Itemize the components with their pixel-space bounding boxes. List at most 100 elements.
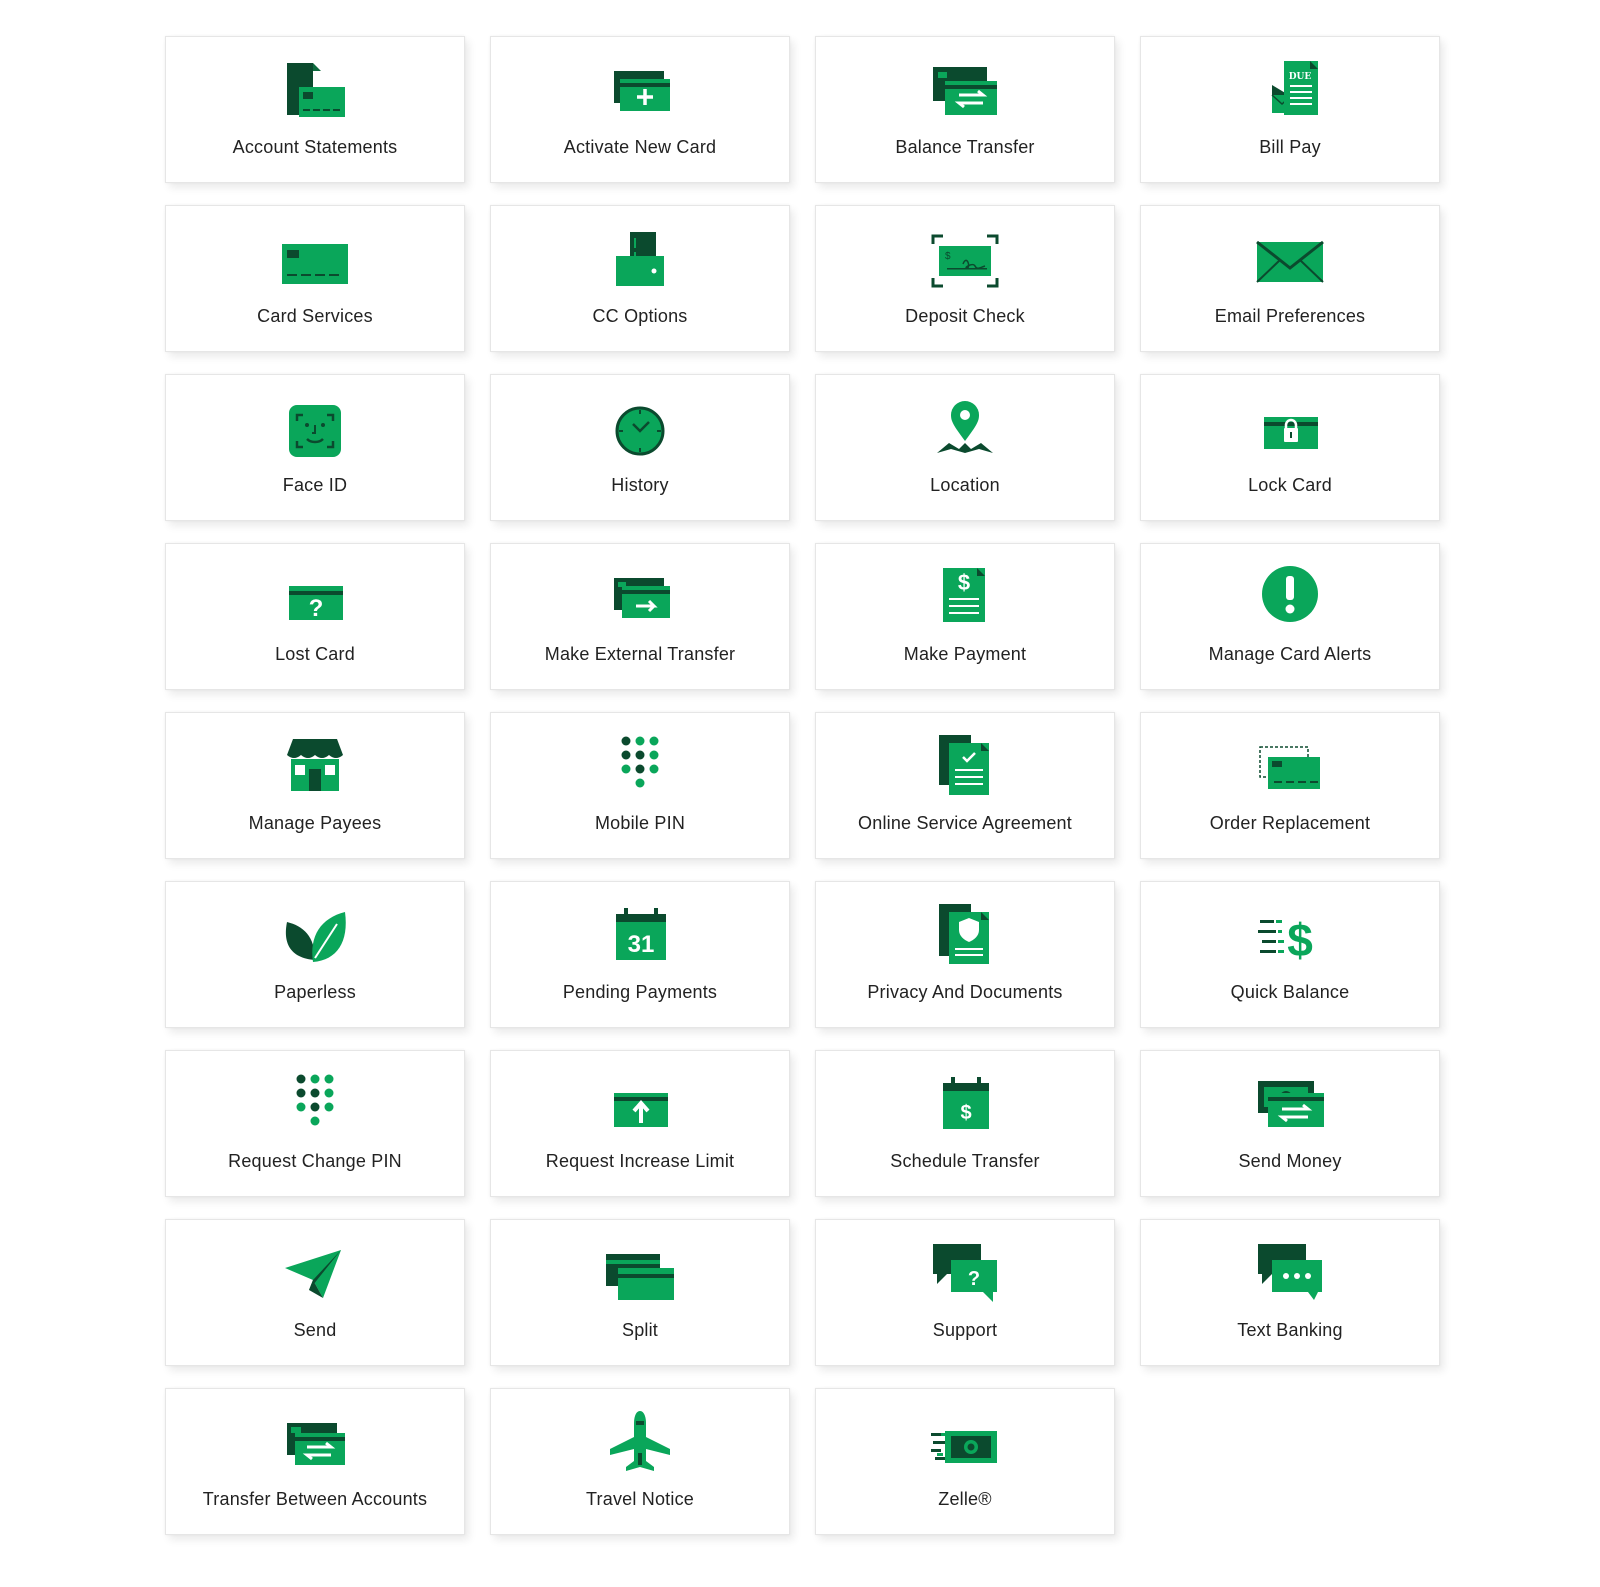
tile-label: Online Service Agreement xyxy=(858,813,1072,833)
map-pin-icon xyxy=(929,395,1001,467)
tile-label: Manage Card Alerts xyxy=(1208,644,1372,664)
face-id-icon xyxy=(279,395,351,467)
tile-balance-transfer[interactable]: Balance Transfer xyxy=(815,36,1115,183)
tile-account-statements[interactable]: Account Statements xyxy=(165,36,465,183)
card-question-icon: ? xyxy=(279,564,351,636)
svg-text:DUE: DUE xyxy=(1289,72,1312,82)
check-scan-icon: $ xyxy=(929,226,1001,298)
tile-label: Deposit Check xyxy=(905,306,1025,326)
tile-label: Face ID xyxy=(282,475,348,495)
fast-dollar-icon: $ xyxy=(1254,902,1326,974)
tile-email-preferences[interactable]: Email Preferences xyxy=(1140,205,1440,352)
tile-lock-card[interactable]: Lock Card xyxy=(1140,374,1440,521)
tile-label: Request Increase Limit xyxy=(545,1151,735,1171)
keypad-icon xyxy=(279,1071,351,1143)
tile-location[interactable]: Location xyxy=(815,374,1115,521)
tile-lost-card[interactable]: ? Lost Card xyxy=(165,543,465,690)
money-transfer-icon xyxy=(1254,1071,1326,1143)
tile-history[interactable]: History xyxy=(490,374,790,521)
tile-label: Travel Notice xyxy=(586,1489,694,1509)
tile-travel-notice[interactable]: Travel Notice xyxy=(490,1388,790,1535)
services-grid: Account Statements Activate New Card Bal… xyxy=(165,36,1440,1535)
tile-card-services[interactable]: Card Services xyxy=(165,205,465,352)
tile-send-money[interactable]: Send Money xyxy=(1140,1050,1440,1197)
tile-request-change-pin[interactable]: Request Change PIN xyxy=(165,1050,465,1197)
calendar-dollar-icon: $ xyxy=(929,1071,1001,1143)
tile-label: Paperless xyxy=(274,982,356,1002)
fast-money-icon xyxy=(929,1409,1001,1481)
tile-quick-balance[interactable]: $ Quick Balance xyxy=(1140,881,1440,1028)
tile-label: Location xyxy=(930,475,1000,495)
tile-deposit-check[interactable]: $ Deposit Check xyxy=(815,205,1115,352)
chat-dots-icon xyxy=(1254,1240,1326,1312)
tile-label: Transfer Between Accounts xyxy=(202,1489,428,1509)
tile-make-payment[interactable]: $ Make Payment xyxy=(815,543,1115,690)
tile-label: Make External Transfer xyxy=(544,644,736,664)
tile-cc-options[interactable]: CC Options xyxy=(490,205,790,352)
split-cards-icon xyxy=(604,1240,676,1312)
tile-label: Account Statements xyxy=(232,137,398,157)
tile-label: Balance Transfer xyxy=(895,137,1035,157)
tile-make-external-transfer[interactable]: Make External Transfer xyxy=(490,543,790,690)
calendar-icon: 31 xyxy=(604,902,676,974)
tile-label: Zelle® xyxy=(938,1489,992,1509)
credit-card-icon xyxy=(279,226,351,298)
tile-online-service-agreement[interactable]: Online Service Agreement xyxy=(815,712,1115,859)
tile-label: Email Preferences xyxy=(1214,306,1366,326)
tile-label: Card Services xyxy=(257,306,373,326)
tile-pending-payments[interactable]: 31 Pending Payments xyxy=(490,881,790,1028)
tile-activate-new-card[interactable]: Activate New Card xyxy=(490,36,790,183)
storefront-icon xyxy=(279,733,351,805)
tile-request-increase-limit[interactable]: Request Increase Limit xyxy=(490,1050,790,1197)
svg-text:$: $ xyxy=(958,570,970,595)
tile-mobile-pin[interactable]: Mobile PIN xyxy=(490,712,790,859)
keypad-icon xyxy=(604,733,676,805)
svg-text:$: $ xyxy=(945,251,951,262)
tile-label: CC Options xyxy=(592,306,688,326)
chat-question-icon: ? xyxy=(929,1240,1001,1312)
card-lock-icon xyxy=(1254,395,1326,467)
tile-transfer-between-accounts[interactable]: Transfer Between Accounts xyxy=(165,1388,465,1535)
tile-send[interactable]: Send xyxy=(165,1219,465,1366)
tile-bill-pay[interactable]: DUE Bill Pay xyxy=(1140,36,1440,183)
tile-face-id[interactable]: Face ID xyxy=(165,374,465,521)
tile-label: Activate New Card xyxy=(563,137,717,157)
tile-label: Manage Payees xyxy=(248,813,382,833)
tile-label: Split xyxy=(621,1320,658,1340)
tile-label: Mobile PIN xyxy=(594,813,686,833)
card-arrow-icon xyxy=(604,564,676,636)
bill-due-icon: DUE xyxy=(1254,57,1326,129)
statements-icon xyxy=(279,57,351,129)
card-transfer-icon xyxy=(929,57,1001,129)
cards-exchange-icon xyxy=(279,1409,351,1481)
tile-label: History xyxy=(611,475,669,495)
document-shield-icon xyxy=(929,902,1001,974)
tile-text-banking[interactable]: Text Banking xyxy=(1140,1219,1440,1366)
tile-label: Text Banking xyxy=(1237,1320,1343,1340)
card-replace-icon xyxy=(1254,733,1326,805)
svg-text:$: $ xyxy=(960,1102,971,1124)
tile-label: Bill Pay xyxy=(1259,137,1321,157)
svg-text:?: ? xyxy=(968,1268,980,1290)
envelope-icon xyxy=(1254,226,1326,298)
tile-zelle[interactable]: Zelle® xyxy=(815,1388,1115,1535)
svg-text:$: $ xyxy=(1287,914,1313,966)
card-up-arrow-icon xyxy=(604,1071,676,1143)
tile-support[interactable]: ? Support xyxy=(815,1219,1115,1366)
card-wallet-icon xyxy=(604,226,676,298)
tile-paperless[interactable]: Paperless xyxy=(165,881,465,1028)
paper-plane-icon xyxy=(279,1240,351,1312)
tile-label: Send xyxy=(293,1320,337,1340)
tile-privacy-and-documents[interactable]: Privacy And Documents xyxy=(815,881,1115,1028)
tile-label: Schedule Transfer xyxy=(890,1151,1040,1171)
exclamation-icon xyxy=(1254,564,1326,636)
card-plus-icon xyxy=(604,57,676,129)
tile-label: Pending Payments xyxy=(562,982,718,1002)
tile-schedule-transfer[interactable]: $ Schedule Transfer xyxy=(815,1050,1115,1197)
tile-split[interactable]: Split xyxy=(490,1219,790,1366)
svg-text:?: ? xyxy=(309,595,324,622)
tile-order-replacement[interactable]: Order Replacement xyxy=(1140,712,1440,859)
tile-manage-card-alerts[interactable]: Manage Card Alerts xyxy=(1140,543,1440,690)
tile-manage-payees[interactable]: Manage Payees xyxy=(165,712,465,859)
tile-label: Lost Card xyxy=(275,644,355,664)
